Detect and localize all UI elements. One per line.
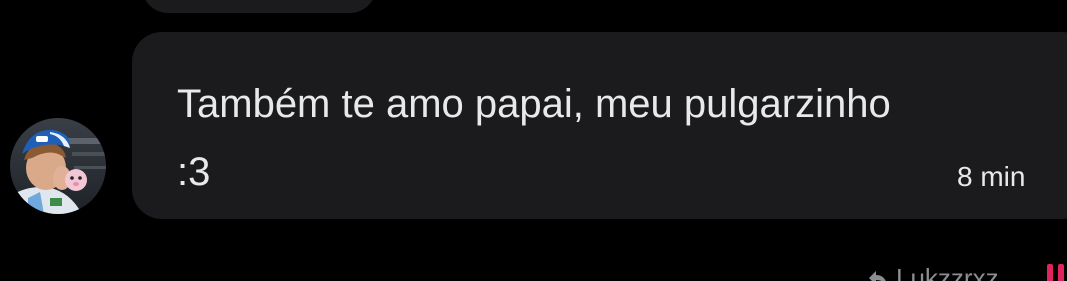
exclamation-icon [1045,262,1067,281]
reply-username: Lukzzrxz [896,262,999,281]
message-text: Também te amo papai, meu pulgarzinho :3 [177,82,891,194]
reply-arrow-icon [868,269,888,281]
dm-conversation: Também te amo papai, meu pulgarzinho :3 … [0,0,1067,281]
avatar[interactable] [10,118,106,214]
message-timestamp: 8 min [957,161,1026,192]
reply-preview[interactable]: Lukzzrxz [868,263,999,281]
message-bubble[interactable]: Também te amo papai, meu pulgarzinho :3 … [132,32,1067,219]
previous-message-bubble[interactable] [142,0,376,13]
avatar-photo [10,118,106,214]
